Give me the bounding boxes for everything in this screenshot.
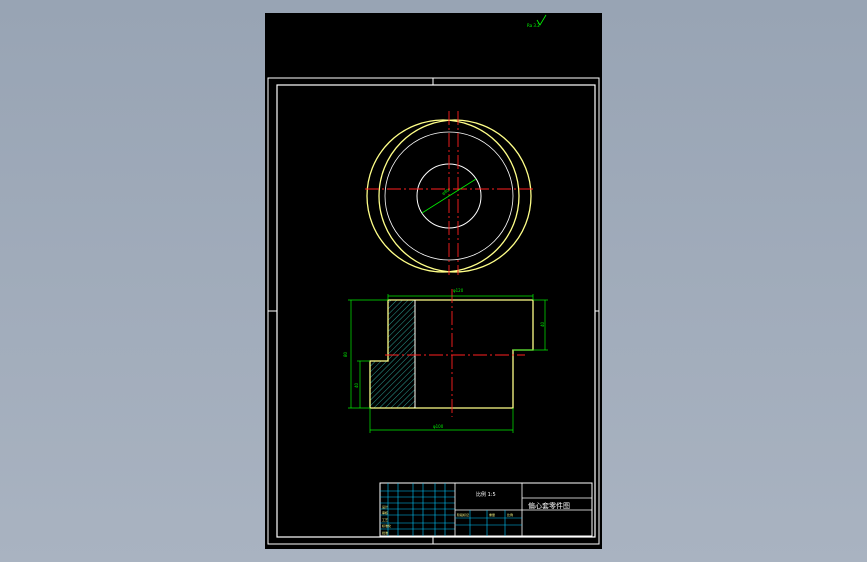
- outer-circle-right: [378, 119, 532, 273]
- drawing-title: 偏心套零件图: [528, 501, 570, 510]
- cell-label-stage: 阶段标记: [457, 512, 469, 517]
- cell-label-process: 工艺: [382, 517, 388, 522]
- cell-label-weight: 重量: [489, 512, 495, 517]
- revision-grid: [380, 483, 455, 536]
- inner-border: [276, 84, 596, 538]
- roughness-text: Ra 3.2: [527, 23, 540, 28]
- cell-label-approve: 批准: [382, 530, 388, 535]
- roughness-symbol: Ra 3.2: [527, 14, 547, 28]
- dim-height-lower-label: 40: [354, 382, 359, 388]
- drawing-sheet: Ra 3.2 φ80 φ120 φ100 80 40 40 设计 审核 工艺 标…: [265, 13, 602, 549]
- section-hatch: [369, 299, 416, 409]
- dim-height-total-label: 80: [343, 351, 348, 357]
- cell-label-standard: 标准化: [382, 523, 391, 528]
- title-block: 设计 审核 工艺 标准化 批准 阶段标记 重量 比例 比例 1:5 偏心套零件图: [379, 482, 593, 537]
- dim-bottom-label: φ100: [433, 424, 444, 429]
- scale-text: 比例 1:5: [476, 491, 496, 498]
- front-view: φ120 φ100 80 40 40: [343, 288, 548, 433]
- dim-height-right-label: 40: [540, 321, 545, 327]
- dim-top-label: φ120: [453, 288, 464, 293]
- cell-label-design: 设计: [382, 504, 388, 509]
- top-view: φ80: [365, 111, 533, 275]
- outer-border: [267, 77, 600, 545]
- cad-drawing: Ra 3.2 φ80 φ120 φ100 80 40 40 设计 审核 工艺 标…: [267, 14, 600, 545]
- cell-label-review: 审核: [382, 510, 388, 515]
- cell-label-scale: 比例: [507, 512, 513, 517]
